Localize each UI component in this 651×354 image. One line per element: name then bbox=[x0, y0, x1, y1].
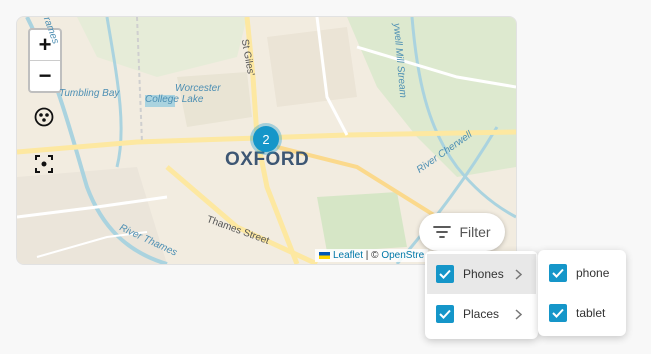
phone-checkbox[interactable] bbox=[549, 264, 567, 282]
zoom-out-button[interactable]: − bbox=[30, 60, 60, 91]
place-label: Tumbling Bay bbox=[59, 88, 120, 99]
ukraine-flag-icon bbox=[319, 251, 330, 259]
menu-item-phones[interactable]: Phones bbox=[427, 254, 536, 294]
submenu-item-label: phone bbox=[576, 266, 610, 280]
filter-submenu: phone tablet bbox=[538, 250, 626, 336]
tablet-checkbox[interactable] bbox=[549, 304, 567, 322]
places-checkbox[interactable] bbox=[436, 305, 454, 323]
submenu-item-label: tablet bbox=[576, 306, 606, 320]
filter-label: Filter bbox=[459, 224, 491, 240]
place-label: College Lake bbox=[145, 94, 204, 105]
filter-menu: Phones Places bbox=[425, 251, 538, 339]
filter-button[interactable]: Filter bbox=[419, 213, 505, 251]
attribution-separator: | © bbox=[363, 250, 382, 261]
locate-icon[interactable] bbox=[33, 153, 55, 175]
map-attribution: Leaflet | © OpenStre bbox=[315, 249, 429, 262]
submenu-item-tablet[interactable]: tablet bbox=[540, 293, 624, 333]
menu-item-places[interactable]: Places bbox=[427, 294, 536, 334]
place-label: Worcester bbox=[175, 83, 221, 94]
osm-link[interactable]: OpenStre bbox=[381, 250, 424, 261]
cluster-count: 2 bbox=[253, 126, 279, 152]
chevron-right-icon bbox=[515, 268, 522, 280]
menu-item-label: Phones bbox=[463, 267, 504, 281]
leaflet-link[interactable]: Leaflet bbox=[333, 250, 363, 261]
layers-icon[interactable] bbox=[33, 106, 55, 128]
chevron-right-icon bbox=[515, 308, 522, 320]
marker-cluster[interactable]: 2 bbox=[250, 123, 282, 155]
phones-checkbox[interactable] bbox=[436, 265, 454, 283]
menu-item-label: Places bbox=[463, 307, 500, 321]
filter-icon bbox=[433, 226, 452, 238]
submenu-item-phone[interactable]: phone bbox=[540, 253, 624, 293]
